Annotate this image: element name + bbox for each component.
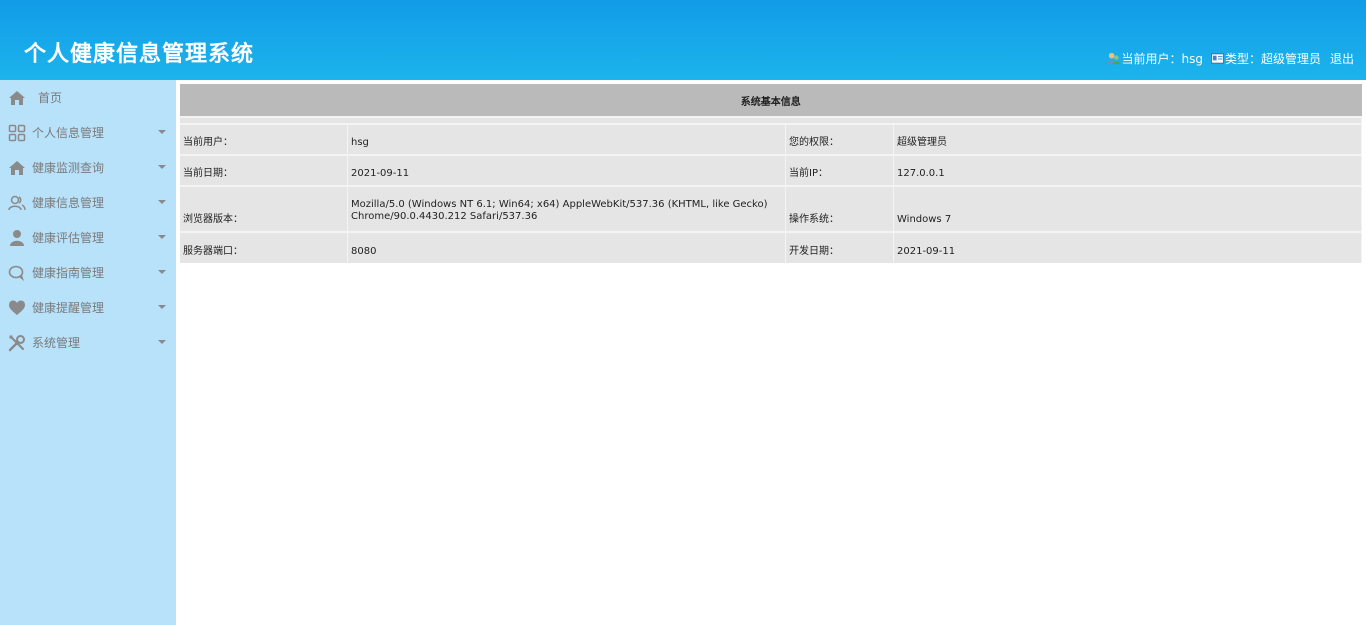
- row-key: 开发日期：: [785, 231, 894, 263]
- row-value: 超级管理员: [893, 123, 1362, 155]
- table-row: 浏览器版本： Mozilla/5.0 (Windows NT 6.1; Win6…: [180, 185, 1362, 232]
- chevron-down-icon: [158, 200, 166, 204]
- chevron-down-icon: [158, 340, 166, 344]
- chevron-down-icon: [158, 270, 166, 274]
- app-header: 个人健康信息管理系统 当前用户： hsg 类型： 超级管理员 退出: [0, 0, 1366, 80]
- id-card-icon: [1210, 53, 1224, 64]
- system-info-table: 系统基本信息 当前用户： hsg 您的权限： 超级管理员 当前日期： 2021-…: [180, 84, 1362, 263]
- row-value: Windows 7: [893, 185, 1362, 232]
- current-user-label: 当前用户：: [1121, 52, 1182, 66]
- user-type-value: 超级管理员: [1260, 52, 1321, 66]
- user-bar: 当前用户： hsg 类型： 超级管理员 退出: [1107, 50, 1354, 67]
- house-icon: [9, 160, 25, 175]
- row-value: hsg: [347, 123, 786, 155]
- chevron-down-icon: [158, 235, 166, 239]
- row-key: 当前日期：: [180, 154, 348, 186]
- chat-icon: [8, 265, 24, 281]
- sidebar: 首页 个人信息管理 健康监测查询 健康信息管理 健康评估管理 健康指南管理 健康…: [0, 80, 176, 625]
- row-key: 您的权限：: [785, 123, 894, 155]
- row-key: 服务器端口：: [180, 231, 348, 263]
- sidebar-item-health-monitoring[interactable]: 健康监测查询: [0, 150, 176, 185]
- row-value: Mozilla/5.0 (Windows NT 6.1; Win64; x64)…: [347, 185, 786, 232]
- sidebar-item-label: 系统管理: [32, 336, 81, 350]
- sidebar-item-label: 健康信息管理: [32, 196, 105, 210]
- row-value: 127.0.0.1: [893, 154, 1362, 186]
- sidebar-item-label: 健康指南管理: [32, 266, 105, 280]
- sidebar-item-label: 首页: [38, 91, 63, 105]
- user-icon: [1107, 52, 1121, 65]
- table-row: 服务器端口： 8080 开发日期： 2021-09-11: [180, 231, 1362, 263]
- table-row: 当前用户： hsg 您的权限： 超级管理员: [180, 123, 1362, 155]
- row-value: 8080: [347, 231, 786, 263]
- system-info-title: 系统基本信息: [180, 84, 1362, 118]
- table-row: 当前日期： 2021-09-11 当前IP： 127.0.0.1: [180, 154, 1362, 186]
- sidebar-item-system[interactable]: 系统管理: [0, 325, 176, 360]
- sidebar-item-label: 健康评估管理: [32, 231, 105, 245]
- row-key: 当前IP：: [785, 154, 894, 186]
- sidebar-item-label: 健康监测查询: [32, 161, 105, 175]
- sidebar-item-label: 健康提醒管理: [32, 301, 105, 315]
- app-title: 个人健康信息管理系统: [24, 41, 255, 67]
- user-type-label: 类型：: [1224, 52, 1261, 66]
- sidebar-item-health-guide[interactable]: 健康指南管理: [0, 255, 176, 290]
- row-key: 操作系统：: [785, 185, 894, 232]
- current-user-name: hsg: [1181, 51, 1203, 66]
- sidebar-item-health-reminder[interactable]: 健康提醒管理: [0, 290, 176, 325]
- tools-icon: [8, 334, 25, 351]
- logout-link[interactable]: 退出: [1330, 50, 1354, 67]
- sidebar-item-health-assessment[interactable]: 健康评估管理: [0, 220, 176, 255]
- person-icon: [10, 229, 24, 246]
- users-icon: [8, 195, 26, 210]
- sidebar-item-health-info[interactable]: 健康信息管理: [0, 185, 176, 220]
- sidebar-item-personal-info[interactable]: 个人信息管理: [0, 115, 176, 150]
- sidebar-item-label: 个人信息管理: [32, 126, 105, 140]
- heart-icon: [9, 300, 25, 315]
- chevron-down-icon: [158, 165, 166, 169]
- chevron-down-icon: [158, 130, 166, 134]
- row-value: 2021-09-11: [893, 231, 1362, 263]
- row-key: 当前用户：: [180, 123, 348, 155]
- grid-icon: [8, 124, 26, 141]
- row-key: 浏览器版本：: [180, 185, 348, 232]
- home-icon: [9, 90, 25, 105]
- main-content: 系统基本信息 当前用户： hsg 您的权限： 超级管理员 当前日期： 2021-…: [180, 84, 1362, 263]
- chevron-down-icon: [158, 305, 166, 309]
- row-value: 2021-09-11: [347, 154, 786, 186]
- sidebar-item-home[interactable]: 首页: [0, 80, 176, 115]
